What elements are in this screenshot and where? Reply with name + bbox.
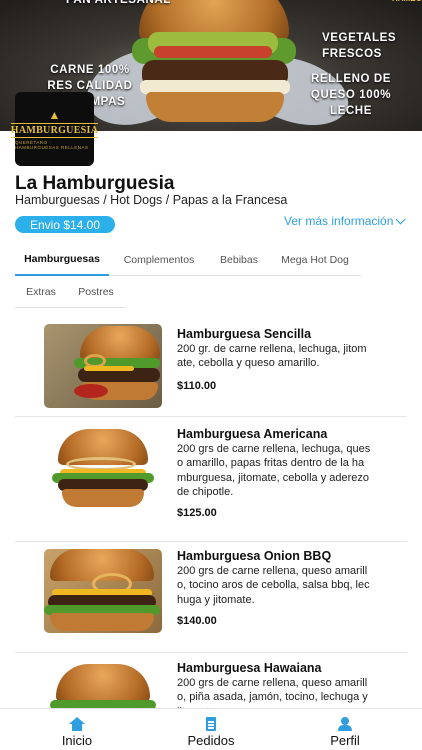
menu-item[interactable]: Hamburguesa Americana 200 grs de carne r… xyxy=(15,417,407,542)
item-name: Hamburguesa Sencilla xyxy=(177,327,312,341)
menu-item[interactable]: Hamburguesa Hawaiana 200 grs de carne re… xyxy=(15,653,407,708)
item-description: 200 gr. de carne rellena, lechuga, jitom… xyxy=(177,343,367,370)
hero-caption-right-2: RELLENO DE QUESO 100% LECHE xyxy=(310,73,392,117)
nav-pedidos[interactable]: Pedidos xyxy=(161,709,261,750)
logo-brand: HAMBURGUESIA xyxy=(10,122,99,138)
nav-pedidos-label: Pedidos xyxy=(187,733,235,748)
item-description: 200 grs de carne rellena, queso amarillo… xyxy=(177,565,370,606)
bottom-navigation: Inicio Pedidos Perfil xyxy=(0,708,422,750)
app-screen: PAN ARTESANAL CARNE 100% RES CALIDAD EL … xyxy=(0,0,422,750)
restaurant-name: La Hamburguesia xyxy=(15,173,175,194)
hero-caption-top: PAN ARTESANAL xyxy=(66,0,171,6)
item-image xyxy=(44,324,162,408)
nav-inicio[interactable]: Inicio xyxy=(27,709,127,750)
item-price: $125.00 xyxy=(177,507,217,519)
menu-item[interactable]: Hamburguesa Sencilla 200 gr. de carne re… xyxy=(15,313,407,417)
item-price: $140.00 xyxy=(177,615,217,627)
profile-icon xyxy=(337,717,353,731)
item-name: Hamburguesa Onion BBQ xyxy=(177,549,332,563)
home-icon xyxy=(69,717,85,731)
nav-inicio-label: Inicio xyxy=(61,733,93,748)
hero-caption-right-1: VEGETALES FRESCOS xyxy=(322,32,397,60)
item-name: Hamburguesa Americana xyxy=(177,427,328,441)
item-description: 200 grs de carne rellena, lechuga, queso… xyxy=(177,443,371,498)
cow-icon: ▲ xyxy=(48,107,61,122)
item-price: $110.00 xyxy=(177,380,217,392)
nav-perfil[interactable]: Perfil xyxy=(295,709,395,750)
item-image xyxy=(44,549,162,633)
tab-hamburguesas[interactable]: Hamburguesas xyxy=(15,244,109,276)
more-info-link[interactable]: Ver más información xyxy=(284,214,406,228)
hero-burger-image xyxy=(132,0,296,130)
tab-bebibas[interactable]: Bebibas xyxy=(209,244,269,276)
logo-subtitle: QUERÉTARO · HAMBURGUESAS RELLENAS xyxy=(15,139,89,150)
item-description: 200 grs de carne rellena, queso amarillo… xyxy=(177,677,368,708)
item-image xyxy=(44,662,162,708)
delivery-fee-badge: Envio $14.00 xyxy=(15,216,115,233)
hero-corner-logo: HAMBURG... xyxy=(392,0,422,12)
item-name: Hamburguesa Hawaiana xyxy=(177,661,322,675)
tab-mega-hot-dog[interactable]: Mega Hot Dog xyxy=(269,244,361,276)
item-image xyxy=(44,427,162,511)
menu-item[interactable]: Hamburguesa Onion BBQ 200 grs de carne r… xyxy=(15,542,407,653)
restaurant-categories: Hamburguesas / Hot Dogs / Papas a la Fra… xyxy=(15,193,288,207)
menu-list: Hamburguesa Sencilla 200 gr. de carne re… xyxy=(0,313,422,708)
tab-complementos[interactable]: Complementos xyxy=(109,244,209,276)
restaurant-logo: ▲ HAMBURGUESIA QUERÉTARO · HAMBURGUESAS … xyxy=(10,92,99,166)
more-info-label: Ver más información xyxy=(284,214,394,228)
tab-postres[interactable]: Postres xyxy=(67,276,125,308)
nav-perfil-label: Perfil xyxy=(330,733,360,748)
chevron-down-icon xyxy=(395,214,406,225)
orders-icon xyxy=(203,717,219,731)
tab-extras[interactable]: Extras xyxy=(15,276,67,308)
